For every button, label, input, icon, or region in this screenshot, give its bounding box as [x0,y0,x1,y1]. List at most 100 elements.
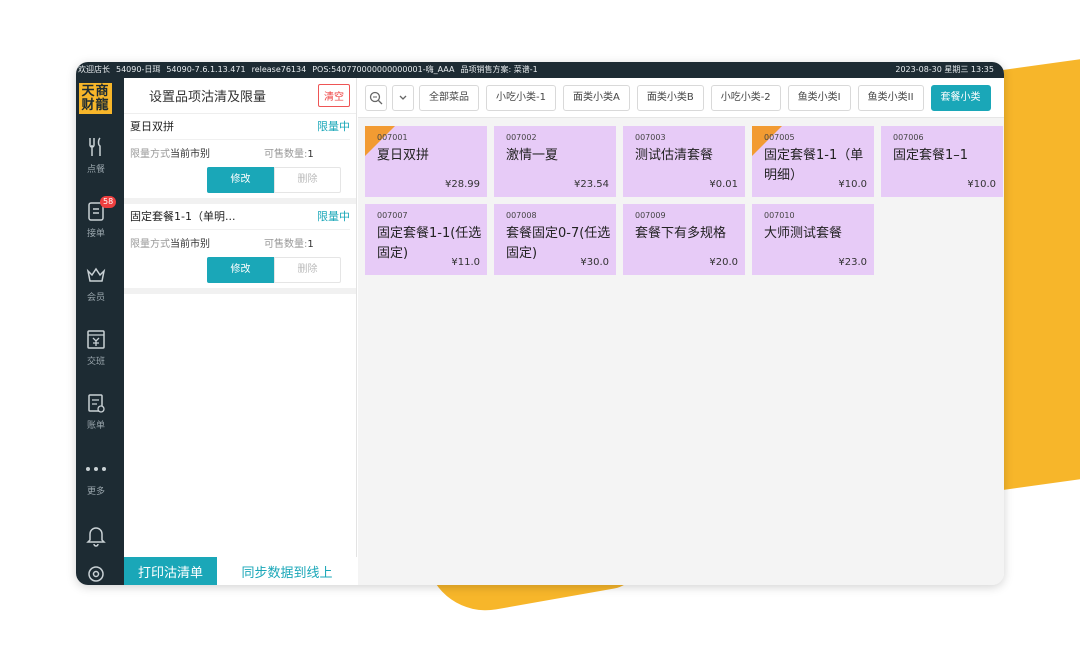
dish-code: 007001 [377,133,408,142]
status-info-item: 54090-7.6.1.13.471 [166,65,246,74]
sync-online-button[interactable]: 同步数据到线上 [217,557,357,585]
dish-code: 007007 [377,211,408,220]
dish-card[interactable]: 007003 测试估清套餐 ¥0.01 [623,126,745,197]
status-info: 欢迎店长 54090-日珥 54090-7.6.1.13.471 release761… [78,62,544,78]
gear-icon [88,566,104,582]
dish-name: 测试估清套餐 [635,148,714,163]
category-tab[interactable]: 面类小类A [562,84,630,111]
sellable-qty: 可售数量:1 [264,230,314,260]
stage: 欢迎店长 54090-日珥 54090-7.6.1.13.471 release761… [0,0,1080,655]
nav-member[interactable]: 会员 [76,264,116,303]
cash-register-icon [87,330,105,349]
delete-button[interactable]: 删除 [274,257,341,283]
limit-mode-label: 限量方式 [130,239,170,250]
crown-icon [86,267,106,282]
category-tab[interactable]: 面类小类B [636,84,704,111]
dish-card[interactable]: 007007 固定套餐1-1(任选固定) ¥11.0 [365,204,487,275]
edit-button[interactable]: 修改 [207,167,274,193]
status-info-item: 欢迎店长 [78,65,110,74]
limit-item: 夏日双拼 限量中 限量方式当前市别 可售数量:1 修改 删除 [124,114,356,204]
nav-receive[interactable]: 58 接单 [76,196,117,239]
nav-shift[interactable]: 交班 [76,328,116,367]
limit-item: 固定套餐1-1（单明... 限量中 限量方式当前市别 可售数量:1 修改 删除 [124,204,356,294]
sellable-qty-value: 1 [307,149,314,160]
sellable-qty-value: 1 [307,239,314,250]
delete-button[interactable]: 删除 [274,167,341,193]
dish-card[interactable]: 007002 激情一夏 ¥23.54 [494,126,616,197]
limit-mode: 限量方式当前市别 [130,230,264,260]
dish-card[interactable]: 007006 固定套餐1–1 ¥10.0 [881,126,1003,197]
status-bar: 欢迎店长 54090-日珥 54090-7.6.1.13.471 release761… [76,62,1004,78]
search-icon [369,91,383,104]
limit-status-tag: 限量中 [317,210,350,223]
dish-name: 固定套餐1–1 [893,148,969,163]
notification-button[interactable] [76,525,116,551]
category-tab[interactable]: 小吃小类-2 [710,84,781,111]
category-bar: 全部菜品 小吃小类-1 面类小类A 面类小类B 小吃小类-2 鱼类小类I 鱼类小类II 套餐小… [358,78,1004,118]
nav-more[interactable]: 更多 [76,464,116,497]
limit-item-name: 固定套餐1-1（单明... [130,210,236,223]
panel-title: 设置品项沽清及限量 [149,90,267,105]
fork-knife-icon [89,137,101,156]
search-button[interactable] [365,84,387,111]
dish-price: ¥10.0 [838,179,867,190]
limit-mode-label: 限量方式 [130,149,170,160]
sellable-qty-label: 可售数量: [264,149,308,160]
nav-bill-label: 账单 [86,421,105,431]
dish-card[interactable]: 007010 大师测试套餐 ¥23.0 [752,204,874,275]
settings-button[interactable] [76,564,116,585]
dish-price: ¥30.0 [580,257,609,268]
status-info-item: POS:540770000000000001-嗨_AAA [312,65,455,74]
dish-code: 007006 [893,133,924,142]
logo-line1: 天商 [81,84,110,99]
category-tab[interactable]: 鱼类小类I [787,84,851,111]
category-tab[interactable]: 套餐小类 [930,84,991,111]
category-dropdown-button[interactable] [392,84,414,111]
logo-line2: 财龍 [81,98,110,113]
dish-price: ¥23.0 [838,257,867,268]
dish-code: 007002 [506,133,537,142]
chevron-down-icon [399,95,407,100]
limit-status-tag: 限量中 [317,120,350,133]
nav-receive-label: 接单 [86,229,105,239]
pos-device-screen: 欢迎店长 54090-日珥 54090-7.6.1.13.471 release761… [76,62,1004,585]
status-info-item: 54090-日珥 [116,65,161,74]
status-info-item: 品项销售方案: 菜谱-1 [460,65,538,74]
print-sellout-button[interactable]: 打印沽清单 [124,557,217,585]
nav-bill[interactable]: 账单 [76,392,116,431]
dish-name: 套餐下有多规格 [635,226,727,241]
dish-price: ¥0.01 [709,179,738,190]
panel-footer: 打印沽清单 同步数据到线上 [124,557,357,585]
nav-order-label: 点餐 [86,165,105,175]
edit-button[interactable]: 修改 [207,257,274,283]
nav-member-label: 会员 [86,293,105,303]
nav-shift-label: 交班 [86,357,105,367]
status-info-item: release76134 [251,65,307,74]
sellable-qty: 可售数量:1 [264,140,314,170]
nav-more-label: 更多 [86,487,105,497]
limit-mode-value: 当前市别 [170,239,210,250]
dish-card[interactable]: 007005 固定套餐1-1（单明细） ¥10.0 [752,126,874,197]
status-datetime: 2023-08-30 星期三 13:35 [895,65,994,74]
category-tab[interactable]: 全部菜品 [419,84,479,111]
category-tab[interactable]: 小吃小类-1 [486,84,556,111]
dish-code: 007008 [506,211,537,220]
dish-card[interactable]: 007001 夏日双拼 ¥28.99 [365,126,487,197]
order-count-badge: 58 [100,196,117,208]
dish-code: 007009 [635,211,666,220]
dish-code: 007003 [635,133,666,142]
limit-mode-value: 当前市别 [170,149,210,160]
dish-price: ¥23.54 [574,179,609,190]
panel-header: 设置品项沽清及限量 清空 [124,78,356,114]
category-tab[interactable]: 鱼类小类II [857,84,924,111]
nav-rail: 天商 财龍 点餐 58 接单 会员 交班 账单 更多 [76,78,124,585]
dish-price: ¥11.0 [451,257,480,268]
sellout-limit-panel: 设置品项沽清及限量 清空 夏日双拼 限量中 限量方式当前市别 可售数量:1 修改… [124,78,357,585]
dish-name: 激情一夏 [506,148,559,163]
clear-button[interactable]: 清空 [318,84,350,107]
dish-area: 全部菜品 小吃小类-1 面类小类A 面类小类B 小吃小类-2 鱼类小类I 鱼类小类II 套餐小… [358,78,1004,585]
nav-order[interactable]: 点餐 [76,136,116,175]
dish-card[interactable]: 007009 套餐下有多规格 ¥20.0 [623,204,745,275]
dish-card[interactable]: 007008 套餐固定0-7(任选固定) ¥30.0 [494,204,616,275]
dish-price: ¥20.0 [709,257,738,268]
